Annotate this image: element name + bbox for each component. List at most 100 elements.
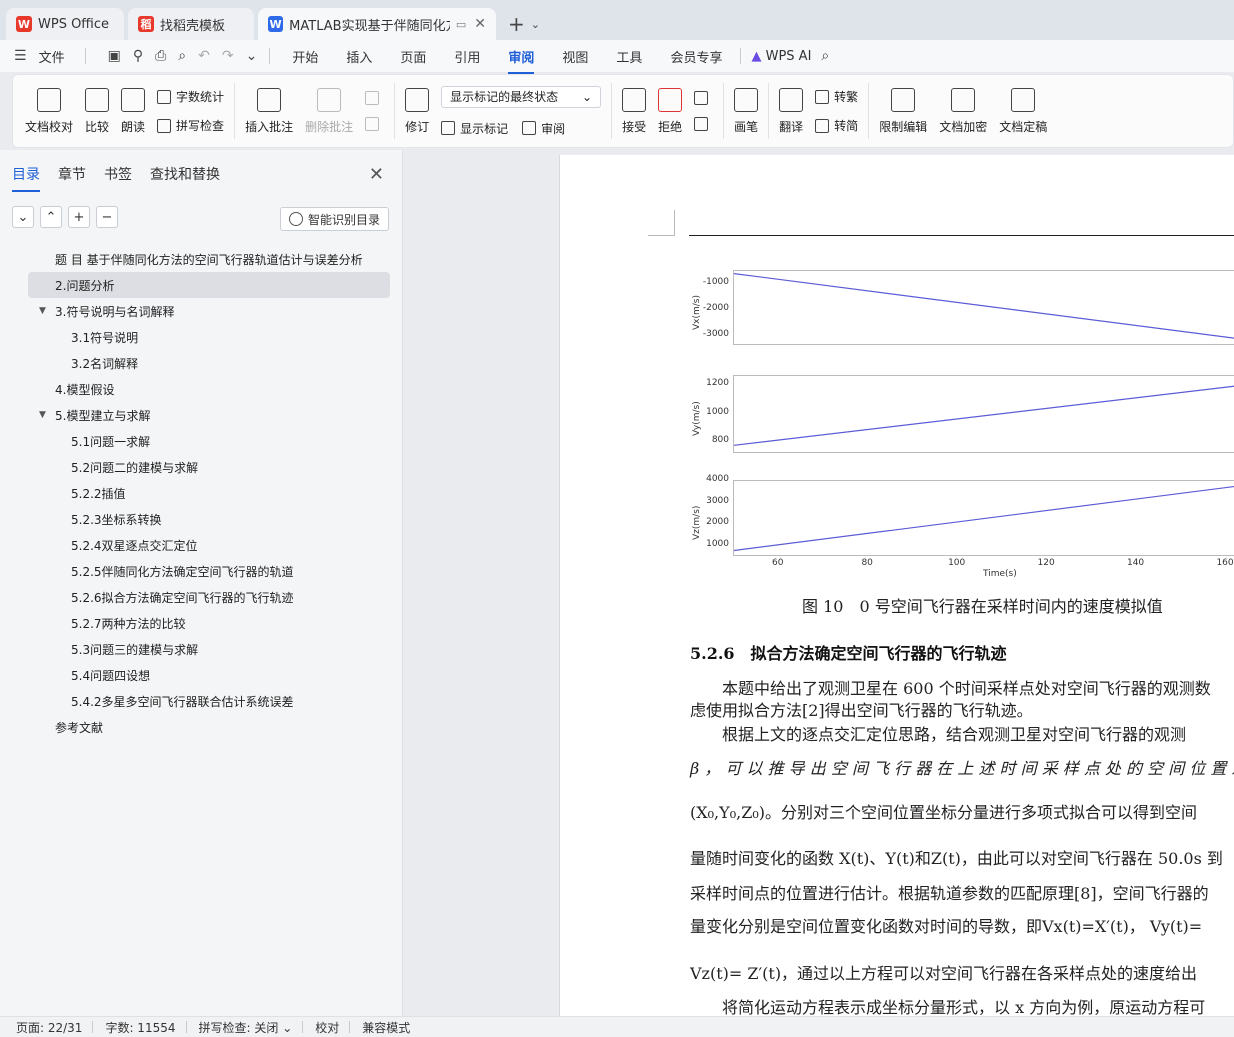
menu-tools[interactable]: 工具: [616, 47, 642, 66]
pen-button[interactable]: 画笔: [734, 87, 758, 135]
margin-corner-mark: [648, 210, 675, 236]
prev-revision-button[interactable]: [694, 91, 713, 105]
chevron-down-icon[interactable]: ⌄: [246, 48, 258, 64]
read-aloud-button[interactable]: 朗读: [121, 87, 145, 135]
toc-item[interactable]: 3.2名词解释: [28, 350, 390, 376]
menu-review[interactable]: 审阅: [508, 47, 535, 74]
toc-item[interactable]: 5.2.6拟合方法确定空间飞行器的飞行轨迹: [28, 584, 390, 610]
word-count[interactable]: 字数: 11554: [105, 1019, 175, 1036]
section-heading: 5.2.6 拟合方法确定空间飞行器的飞行轨迹: [690, 644, 1007, 663]
expand-triangle-icon[interactable]: ▼: [39, 306, 55, 316]
tab-document[interactable]: W MATLAB实现基于伴随同化方 ▭ ✕: [258, 8, 496, 40]
collapse-down-icon[interactable]: ⌄: [12, 206, 34, 228]
wps-logo-icon: W: [16, 16, 32, 32]
toc-item[interactable]: 3.1符号说明: [28, 324, 390, 350]
menu-member[interactable]: 会员专享: [670, 47, 722, 66]
x-tick-label: 140: [1126, 558, 1145, 568]
print-icon[interactable]: ⎙: [155, 48, 166, 64]
btn-label: 比较: [85, 119, 110, 134]
hamburger-icon[interactable]: ☰: [14, 48, 27, 64]
accept-button[interactable]: 接受: [622, 87, 646, 135]
toc-item[interactable]: 5.2.3坐标系转换: [28, 506, 390, 532]
toc-item[interactable]: 5.2.7两种方法的比较: [28, 610, 390, 636]
toc-item[interactable]: 5.2.2插值: [28, 480, 390, 506]
toc-item[interactable]: 5.2.4双星逐点交汇定位: [28, 532, 390, 558]
next-comment-button[interactable]: [365, 117, 384, 131]
nav-tab-toc[interactable]: 目录: [12, 164, 40, 192]
expand-triangle-icon[interactable]: ▼: [39, 410, 55, 420]
reject-button[interactable]: 拒绝: [658, 87, 682, 135]
doc-check-button[interactable]: 文档校对: [25, 87, 73, 135]
btn-label: 删除批注: [305, 119, 354, 134]
toc-item[interactable]: 5.1问题一求解: [28, 428, 390, 454]
display-icon[interactable]: ▭: [456, 18, 466, 31]
encrypt-button[interactable]: 文档加密: [939, 87, 987, 135]
menu-reference[interactable]: 引用: [454, 47, 480, 66]
search-icon[interactable]: ⌕: [821, 48, 829, 64]
toc-item[interactable]: 5.3问题三的建模与求解: [28, 636, 390, 662]
toc-label: 5.2问题二的建模与求解: [71, 460, 199, 475]
menu-view[interactable]: 视图: [562, 47, 588, 66]
show-markup-button[interactable]: 显示标记: [441, 120, 508, 137]
toc-item[interactable]: 题 目 基于伴随同化方法的空间飞行器轨道估计与误差分析: [28, 246, 390, 272]
prev-comment-button[interactable]: [365, 91, 384, 105]
spell-check-button[interactable]: 拼写检查: [157, 117, 224, 134]
redo-icon[interactable]: ↷: [222, 48, 234, 64]
collapse-up-icon[interactable]: ⌃: [40, 206, 62, 228]
toc-item[interactable]: 4.模型假设: [28, 376, 390, 402]
word-count-button[interactable]: 字数统计: [157, 88, 224, 105]
navigation-panel: 目录 章节 书签 查找和替换 ✕ ⌄ ⌃ + − 智能识别目录 题 目 基于伴随…: [0, 150, 403, 1016]
add-icon[interactable]: +: [68, 206, 90, 228]
close-panel-icon[interactable]: ✕: [369, 164, 384, 185]
toc-item[interactable]: 5.4问题四设想: [28, 662, 390, 688]
menu-home[interactable]: 开始: [292, 47, 318, 66]
nav-tab-find-replace[interactable]: 查找和替换: [150, 164, 220, 192]
insert-comment-button[interactable]: 插入批注: [245, 87, 293, 135]
next-revision-button[interactable]: [694, 117, 713, 131]
delete-comment-button[interactable]: 删除批注: [305, 87, 354, 135]
toc-label: 5.2.2插值: [71, 486, 126, 501]
tab-template[interactable]: 稻 找稻壳模板: [128, 8, 254, 40]
compare-button[interactable]: 比较: [85, 87, 110, 135]
close-tab-icon[interactable]: ✕: [474, 16, 486, 32]
markup-state-select[interactable]: 显示标记的最终状态 ⌄: [441, 85, 602, 108]
toc-item[interactable]: 2.问题分析: [28, 272, 390, 298]
remove-icon[interactable]: −: [96, 206, 118, 228]
toc-item[interactable]: 5.4.2多星多空间飞行器联合估计系统误差: [28, 688, 390, 714]
smart-toc-button[interactable]: 智能识别目录: [279, 207, 389, 231]
divider: [740, 48, 742, 64]
toc-item[interactable]: 参考文献: [28, 714, 390, 740]
review-pane-button[interactable]: 审阅: [522, 120, 565, 137]
to-simplified-button[interactable]: 转简: [815, 117, 858, 134]
toc-item[interactable]: ▼ 3.符号说明与名词解释: [28, 298, 390, 324]
translate-button[interactable]: 翻译: [779, 87, 803, 135]
divider: [302, 1021, 304, 1033]
print-preview-icon[interactable]: ⌕: [178, 48, 186, 64]
toc-item[interactable]: 5.2问题二的建模与求解: [28, 454, 390, 480]
toc-item[interactable]: 5.2.5伴随同化方法确定空间飞行器的轨道: [28, 558, 390, 584]
undo-icon[interactable]: ↶: [198, 48, 210, 64]
new-tab-button[interactable]: + ⌄: [508, 8, 540, 40]
divider: [269, 48, 271, 64]
to-traditional-button[interactable]: 转繁: [815, 88, 858, 105]
chevron-down-icon[interactable]: ⌄: [531, 18, 540, 31]
track-changes-button[interactable]: 修订: [405, 87, 429, 135]
divider: [868, 83, 870, 139]
body-line: 量随时间变化的函数 X(t)、Y(t)和Z(t)，由此可以对空间飞行器在 50.…: [690, 849, 1223, 868]
page-indicator[interactable]: 页面: 22/31: [16, 1019, 82, 1036]
toc-item[interactable]: ▼ 5.模型建立与求解: [28, 402, 390, 428]
nav-tab-sections[interactable]: 章节: [58, 164, 86, 192]
finalize-button[interactable]: 文档定稿: [999, 87, 1047, 135]
menu-file[interactable]: 文件: [39, 47, 65, 66]
share-icon[interactable]: ⚲: [133, 48, 143, 64]
menu-page[interactable]: 页面: [400, 47, 426, 66]
restrict-edit-button[interactable]: 限制编辑: [879, 87, 927, 135]
nav-tab-bookmarks[interactable]: 书签: [104, 164, 132, 192]
menu-insert[interactable]: 插入: [346, 47, 372, 66]
save-icon[interactable]: ▣: [108, 48, 121, 64]
spell-check-status[interactable]: 拼写检查: 关闭 ⌄: [199, 1019, 293, 1036]
proofread-status[interactable]: 校对: [315, 1019, 339, 1036]
tab-wps-office[interactable]: W WPS Office: [6, 8, 124, 40]
menu-wps-ai[interactable]: ▲ WPS AI: [751, 49, 811, 64]
btn-label: 转繁: [834, 90, 859, 104]
